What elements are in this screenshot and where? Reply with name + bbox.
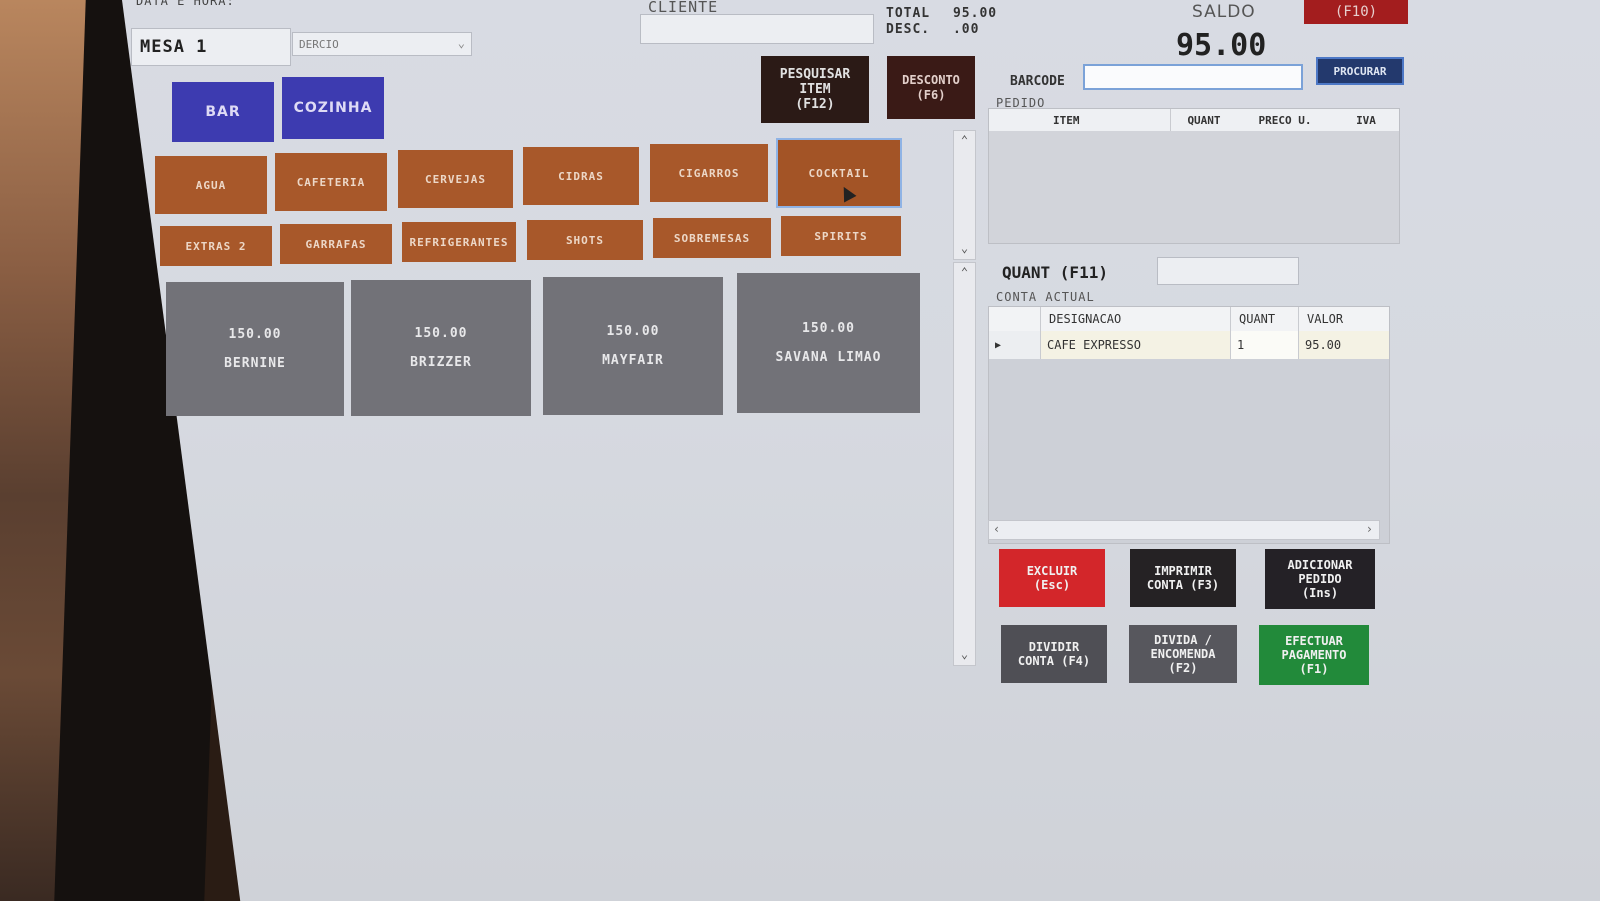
product-price: 150.00 <box>414 326 468 341</box>
category-cigarros[interactable]: CIGARROS <box>650 144 768 202</box>
category-sobremesas[interactable]: SOBREMESAS <box>653 218 771 258</box>
chevron-down-icon[interactable]: ⌄ <box>954 241 975 255</box>
row-pointer-icon: ▶ <box>989 331 1041 359</box>
category-refrigerantes[interactable]: REFRIGERANTES <box>402 222 516 262</box>
excluir-button[interactable]: EXCLUIR (Esc) <box>999 549 1105 607</box>
adicionar-pedido-button[interactable]: ADICIONAR PEDIDO (Ins) <box>1265 549 1375 609</box>
category-cafeteria[interactable]: CAFETERIA <box>275 153 387 211</box>
row-header-cell <box>989 307 1041 331</box>
total-label: TOTAL <box>886 6 931 21</box>
procurar-button[interactable]: PROCURAR <box>1316 57 1404 85</box>
category-shots[interactable]: SHOTS <box>527 220 643 260</box>
product-name: BRIZZER <box>410 355 472 370</box>
product-tile-savana-limao[interactable]: 150.00 SAVANA LIMAO <box>737 273 920 413</box>
table-row-valor[interactable]: 95.00 <box>1299 331 1389 359</box>
saldo-value: 95.00 <box>1176 28 1267 63</box>
discount-button[interactable]: DESCONTO (F6) <box>887 56 975 119</box>
column-header-designacao[interactable]: DESIGNACAO <box>1041 307 1231 331</box>
barcode-input[interactable] <box>1083 64 1303 90</box>
desc-row: DESC. .00 <box>886 22 979 37</box>
imprimir-conta-button[interactable]: IMPRIMIR CONTA (F3) <box>1130 549 1236 607</box>
column-header-preco[interactable]: PRECO U. <box>1237 109 1334 131</box>
column-header-quant[interactable]: QUANT <box>1231 307 1299 331</box>
dividir-conta-button[interactable]: DIVIDIR CONTA (F4) <box>1001 625 1107 683</box>
conta-title: CONTA ACTUAL <box>996 290 1095 304</box>
category-cidras[interactable]: CIDRAS <box>523 147 639 205</box>
table-row-designacao[interactable]: CAFE EXPRESSO <box>1041 331 1231 359</box>
quant-label: QUANT (F11) <box>1002 263 1108 282</box>
waiter-select[interactable]: DERCIO ⌄ <box>292 32 472 56</box>
waiter-value: DERCIO <box>299 37 339 51</box>
cliente-input[interactable] <box>640 14 874 44</box>
chevron-down-icon[interactable]: ⌄ <box>458 36 465 50</box>
product-tile-brizzer[interactable]: 150.00 BRIZZER <box>351 280 531 416</box>
date-label: DATA E HORA: <box>136 0 235 8</box>
efectuar-pagamento-button[interactable]: EFECTUAR PAGAMENTO (F1) <box>1259 625 1369 685</box>
column-header-item[interactable]: ITEM <box>1043 109 1171 131</box>
desc-value: .00 <box>952 22 980 37</box>
product-tile-bernine[interactable]: 150.00 BERNINE <box>166 282 344 416</box>
product-price: 150.00 <box>802 321 855 336</box>
product-name: SAVANA LIMAO <box>775 350 882 365</box>
category-extras-2[interactable]: EXTRAS 2 <box>160 226 272 266</box>
department-cozinha[interactable]: COZINHA <box>282 77 384 139</box>
conta-grid[interactable]: DESIGNACAO QUANT VALOR ▶ CAFE EXPRESSO 1… <box>988 306 1390 544</box>
desc-label: DESC. <box>886 22 931 37</box>
category-garrafas[interactable]: GARRAFAS <box>280 224 392 264</box>
column-header-iva[interactable]: IVA <box>1333 109 1399 131</box>
chevron-right-icon[interactable]: › <box>1366 522 1373 536</box>
column-header-valor[interactable]: VALOR <box>1299 307 1389 331</box>
conta-horizontal-scrollbar[interactable]: ‹ › <box>988 520 1380 540</box>
product-scrollbar[interactable]: ⌃ ⌄ <box>953 262 976 666</box>
chevron-up-icon[interactable]: ⌃ <box>954 265 975 279</box>
product-price: 150.00 <box>228 327 282 342</box>
pedido-grid[interactable]: ITEM QUANT PRECO U. IVA <box>988 108 1400 244</box>
f10-button[interactable]: (F10) <box>1304 0 1408 24</box>
category-cocktail[interactable]: COCKTAIL <box>776 138 902 208</box>
column-header-quant[interactable]: QUANT <box>1171 109 1238 131</box>
chevron-down-icon[interactable]: ⌄ <box>954 647 975 661</box>
quant-input[interactable] <box>1157 257 1299 285</box>
total-row: TOTAL 95.00 <box>886 6 997 21</box>
total-value: 95.00 <box>952 6 998 21</box>
table-name: MESA 1 <box>131 28 291 66</box>
row-header-cell <box>989 109 1044 131</box>
product-tile-mayfair[interactable]: 150.00 MAYFAIR <box>543 277 723 415</box>
department-bar[interactable]: BAR <box>172 82 274 142</box>
search-item-button[interactable]: PESQUISAR ITEM (F12) <box>761 56 869 123</box>
category-spirits[interactable]: SPIRITS <box>781 216 901 256</box>
category-scrollbar[interactable]: ⌃ ⌄ <box>953 130 976 260</box>
product-name: BERNINE <box>224 356 286 371</box>
product-name: MAYFAIR <box>602 353 664 368</box>
table-row-quant[interactable]: 1 <box>1231 331 1299 359</box>
barcode-label: BARCODE <box>1010 74 1065 89</box>
saldo-label: SALDO <box>1192 2 1256 22</box>
category-agua[interactable]: AGUA <box>155 156 267 214</box>
chevron-up-icon[interactable]: ⌃ <box>954 133 975 147</box>
divida-encomenda-button[interactable]: DIVIDA / ENCOMENDA (F2) <box>1129 625 1237 683</box>
chevron-left-icon[interactable]: ‹ <box>993 522 1000 536</box>
category-cervejas[interactable]: CERVEJAS <box>398 150 513 208</box>
product-price: 150.00 <box>606 324 660 339</box>
